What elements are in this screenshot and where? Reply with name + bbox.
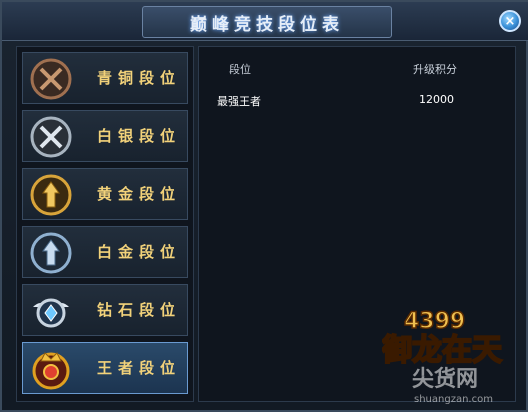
- table-cell-points: 12000: [419, 93, 454, 106]
- title-bar: 巅峰竞技段位表 ×: [2, 2, 528, 41]
- brand-number: 4399: [404, 309, 465, 334]
- tier-item-platinum[interactable]: 白金段位: [22, 226, 188, 278]
- site-url: shuangzan.com: [414, 394, 493, 405]
- diamond-winged-icon: [33, 298, 69, 328]
- tier-label-gold: 黄金段位: [97, 185, 182, 203]
- tier-label-diamond: 钻石段位: [97, 301, 182, 319]
- tier-item-gold[interactable]: 黄金段位: [22, 168, 188, 220]
- tier-label-silver: 白银段位: [97, 127, 182, 145]
- tier-item-diamond[interactable]: 钻石段位: [22, 284, 188, 336]
- close-button[interactable]: ×: [499, 10, 521, 32]
- silver-swords-icon: [30, 116, 72, 158]
- close-icon: ×: [504, 13, 516, 29]
- tier-item-bronze[interactable]: 青铜段位: [22, 52, 188, 104]
- gold-emblem-icon: [30, 174, 72, 216]
- tier-item-silver[interactable]: 白银段位: [22, 110, 188, 162]
- tier-label-bronze: 青铜段位: [97, 69, 182, 87]
- column-header-tier: 段位: [229, 63, 251, 76]
- tier-label-king: 王者段位: [97, 359, 182, 377]
- dialog-frame: 巅峰竞技段位表 × 青铜段位 白银段位 黄金段位 白金段位 钻石段位 王者段位 …: [0, 0, 528, 412]
- platinum-emblem-icon: [30, 232, 72, 274]
- tier-sidebar: 青铜段位 白银段位 黄金段位 白金段位 钻石段位 王者段位: [16, 46, 194, 402]
- bronze-swords-icon: [30, 58, 72, 100]
- dialog-title: 巅峰竞技段位表: [190, 14, 344, 35]
- site-name: 尖货网: [412, 366, 478, 392]
- table-cell-tier: 最强王者: [217, 95, 261, 108]
- king-crown-icon: [32, 352, 70, 390]
- brand-name: 御龙在天: [382, 333, 502, 368]
- title-plate: 巅峰竞技段位表: [142, 6, 392, 38]
- tier-label-platinum: 白金段位: [97, 243, 182, 261]
- tier-item-king[interactable]: 王者段位: [22, 342, 188, 394]
- column-header-points: 升级积分: [413, 63, 457, 76]
- game-logo-watermark: 4399 御龙在天 尖货网 shuangzan.com: [382, 308, 503, 405]
